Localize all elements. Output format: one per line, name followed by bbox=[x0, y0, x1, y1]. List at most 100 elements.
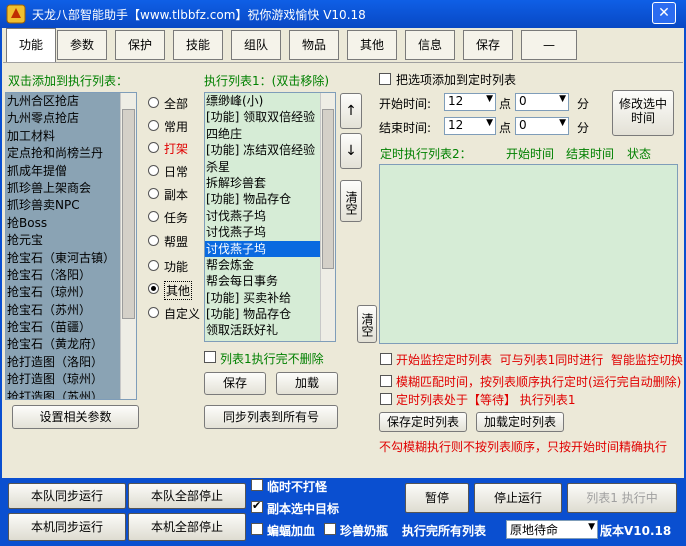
function-list[interactable]: 九州合区抢店 九州零点抢店 加工材料 定点抢和尚榜兰丹 抓成年提僧 抓珍兽上架商会 抓珍兽卖… bbox=[5, 92, 137, 400]
fuzzy-checkbox[interactable] bbox=[380, 375, 392, 387]
function-list-item[interactable]: 抢宝石（苗疆） bbox=[6, 319, 136, 336]
exec-list-item[interactable]: 缥缈峰(小) bbox=[205, 93, 335, 109]
category-quest[interactable]: 任务 bbox=[148, 209, 198, 225]
after-exec-select[interactable]: 原地待命 ▼ bbox=[506, 520, 598, 539]
exec-list-item[interactable]: 拆解珍兽套 bbox=[205, 175, 335, 191]
tab-items[interactable]: 物品 bbox=[289, 30, 339, 60]
function-list-item[interactable]: 九州合区抢店 bbox=[6, 93, 136, 110]
function-list-item[interactable]: 抢打造图（琼州） bbox=[6, 371, 136, 388]
function-list-item[interactable]: 抢宝石（洛阳） bbox=[6, 267, 136, 284]
exec-list-item[interactable]: [功能] 买卖补给 bbox=[205, 290, 335, 306]
tab-function[interactable]: 功能 bbox=[6, 28, 56, 62]
sync-list-button[interactable]: 同步列表到所有号 bbox=[204, 405, 338, 429]
category-guild[interactable]: 帮盟 bbox=[148, 233, 198, 249]
load-timer-button[interactable]: 加载定时列表 bbox=[476, 412, 564, 432]
radio-icon[interactable] bbox=[148, 97, 159, 108]
clear-exec-button[interactable]: 清空 bbox=[340, 180, 362, 222]
dungeon-target-checkbox[interactable] bbox=[251, 499, 263, 513]
exec-scrollbar[interactable] bbox=[320, 93, 335, 341]
exec-list-item[interactable]: 杀星 bbox=[205, 159, 335, 175]
exec-scroll-thumb[interactable] bbox=[322, 109, 334, 269]
timer-list[interactable] bbox=[379, 164, 678, 344]
exec-list-item[interactable]: 领取活跃好礼 bbox=[205, 322, 335, 338]
start-hour-select[interactable]: 12 ▼ bbox=[444, 93, 496, 111]
team-stop-button[interactable]: 本队全部停止 bbox=[128, 483, 246, 509]
local-sync-button[interactable]: 本机同步运行 bbox=[8, 513, 126, 541]
tab-info[interactable]: 信息 bbox=[405, 30, 455, 60]
clear-timer-button[interactable]: 清空 bbox=[357, 305, 377, 343]
tab-protect[interactable]: 保护 bbox=[115, 30, 165, 60]
stop-button[interactable]: 停止运行 bbox=[474, 483, 562, 513]
category-other[interactable]: 其他 bbox=[148, 281, 198, 300]
exec-list-item[interactable]: 帮会炼金 bbox=[205, 257, 335, 273]
radio-icon[interactable] bbox=[148, 165, 159, 176]
move-up-button[interactable]: ↑ bbox=[340, 93, 362, 129]
settings-button[interactable]: 设置相关参数 bbox=[12, 405, 139, 429]
function-list-item[interactable]: 抢Boss bbox=[6, 215, 136, 232]
function-list-item[interactable]: 抢宝石（東河古镇） bbox=[6, 250, 136, 267]
category-daily[interactable]: 日常 bbox=[148, 163, 198, 179]
monitor-checkbox[interactable] bbox=[380, 353, 392, 365]
wait-checkbox[interactable] bbox=[380, 393, 392, 405]
radio-icon[interactable] bbox=[148, 188, 159, 199]
function-list-item[interactable]: 抢打造图（苏州） bbox=[6, 389, 136, 399]
tab-save[interactable]: 保存 bbox=[463, 30, 513, 60]
tab-skills[interactable]: 技能 bbox=[173, 30, 223, 60]
function-list-item[interactable]: 抓珍兽上架商会 bbox=[6, 180, 136, 197]
radio-icon[interactable] bbox=[148, 120, 159, 131]
exec-list-item[interactable]: [功能] 物品存仓 bbox=[205, 306, 335, 322]
function-list-item[interactable]: 抢打造图（洛阳） bbox=[6, 354, 136, 371]
exec-list-item[interactable]: 四绝庄 bbox=[205, 126, 335, 142]
category-function[interactable]: 功能 bbox=[148, 258, 198, 274]
load-list-button[interactable]: 加载 bbox=[276, 372, 338, 395]
add-timer-checkbox[interactable] bbox=[379, 73, 391, 85]
category-fight[interactable]: 打架 bbox=[148, 140, 198, 156]
exec-list-item[interactable]: [功能] 冻结双倍经验 bbox=[205, 142, 335, 158]
left-scrollbar[interactable] bbox=[120, 93, 136, 399]
radio-icon[interactable] bbox=[148, 211, 159, 222]
function-list-item[interactable]: 抢元宝 bbox=[6, 232, 136, 249]
save-timer-button[interactable]: 保存定时列表 bbox=[379, 412, 467, 432]
radio-icon[interactable] bbox=[148, 142, 159, 153]
tab-more[interactable]: — bbox=[521, 30, 577, 60]
function-list-item[interactable]: 抢宝石（苏州） bbox=[6, 302, 136, 319]
radio-icon[interactable] bbox=[148, 235, 159, 246]
exec-list-item[interactable]: 帮会每日事务 bbox=[205, 273, 335, 289]
modify-time-button[interactable]: 修改选中时间 bbox=[612, 90, 674, 136]
exec-list[interactable]: 缥缈峰(小) [功能] 领取双倍经验 四绝庄 [功能] 冻结双倍经验 杀星 拆解珍兽套 [功… bbox=[204, 92, 336, 342]
end-minute-select[interactable]: 0 ▼ bbox=[515, 117, 569, 135]
left-scroll-thumb[interactable] bbox=[122, 109, 135, 319]
category-all[interactable]: 全部 bbox=[148, 95, 198, 111]
exec-list-item[interactable]: 讨伐燕子坞 bbox=[205, 224, 335, 240]
bat-heal-checkbox[interactable] bbox=[251, 523, 263, 535]
function-list-item[interactable]: 抢宝石（琼州） bbox=[6, 284, 136, 301]
category-custom[interactable]: 自定义 bbox=[148, 305, 206, 321]
no-delete-checkbox[interactable] bbox=[204, 351, 216, 363]
radio-selected-icon[interactable] bbox=[148, 283, 159, 294]
function-list-item[interactable]: 九州零点抢店 bbox=[6, 110, 136, 127]
checkbox-icon[interactable] bbox=[204, 351, 216, 363]
local-stop-button[interactable]: 本机全部停止 bbox=[128, 513, 246, 541]
running-status-button[interactable]: 列表1 执行中 bbox=[567, 483, 677, 513]
category-common[interactable]: 常用 bbox=[148, 118, 198, 134]
exec-list-item[interactable]: [功能] 物品存仓 bbox=[205, 191, 335, 207]
pause-button[interactable]: 暂停 bbox=[405, 483, 469, 513]
function-list-item[interactable]: 定点抢和尚榜兰丹 bbox=[6, 145, 136, 162]
team-sync-button[interactable]: 本队同步运行 bbox=[8, 483, 126, 509]
exec-list-item[interactable]: [功能] 领取双倍经验 bbox=[205, 109, 335, 125]
start-minute-select[interactable]: 0 ▼ bbox=[515, 93, 569, 111]
pet-milk-checkbox[interactable] bbox=[324, 523, 336, 535]
function-list-item[interactable]: 抢宝石（黄龙府） bbox=[6, 336, 136, 353]
radio-icon[interactable] bbox=[148, 260, 159, 271]
tab-params[interactable]: 参数 bbox=[57, 30, 107, 60]
function-list-item[interactable]: 抓珍兽卖NPC bbox=[6, 197, 136, 214]
close-icon[interactable]: ✕ bbox=[652, 2, 676, 24]
tab-other[interactable]: 其他 bbox=[347, 30, 397, 60]
save-list-button[interactable]: 保存 bbox=[204, 372, 266, 395]
tab-team[interactable]: 组队 bbox=[231, 30, 281, 60]
end-hour-select[interactable]: 12 ▼ bbox=[444, 117, 496, 135]
category-dungeon[interactable]: 副本 bbox=[148, 186, 198, 202]
exec-list-item[interactable]: 讨伐燕子坞 bbox=[205, 240, 335, 257]
radio-icon[interactable] bbox=[148, 307, 159, 318]
exec-list-item[interactable]: 讨伐燕子坞 bbox=[205, 208, 335, 224]
